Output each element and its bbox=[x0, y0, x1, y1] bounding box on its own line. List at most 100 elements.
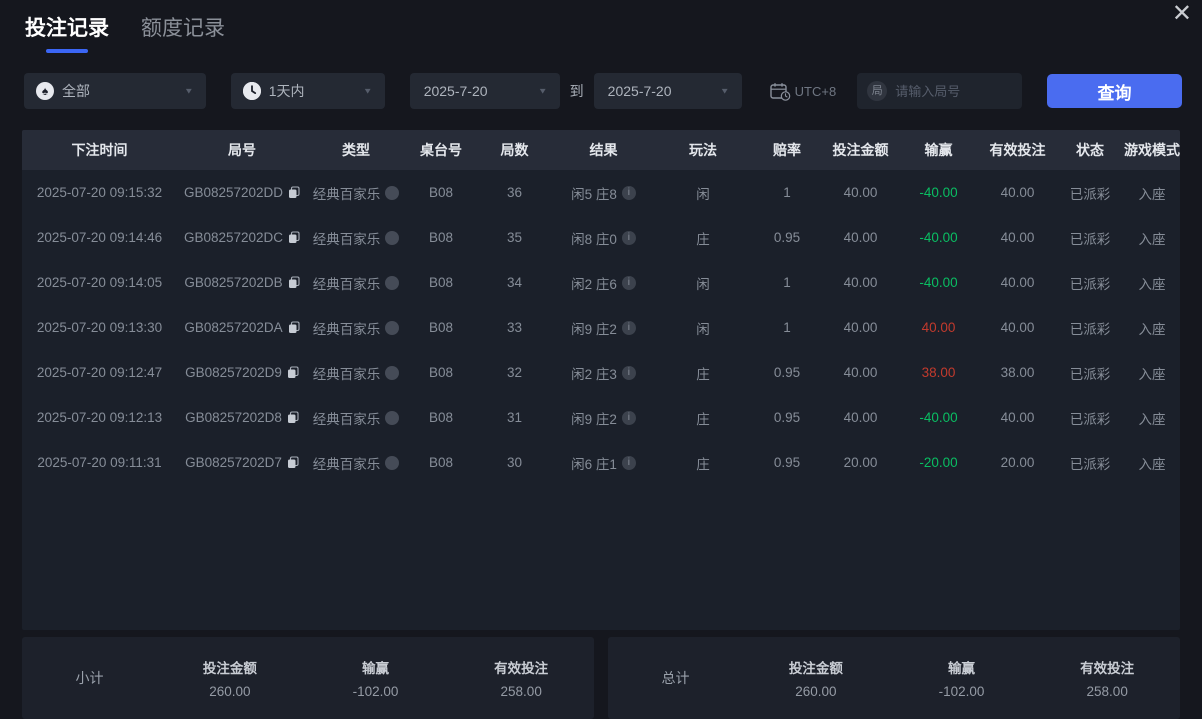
column-header-12: 游戏模式 bbox=[1124, 142, 1180, 158]
table-body: 2025-07-20 09:15:32 GB08257202DD 经典百家乐 B… bbox=[22, 170, 1180, 485]
bet-amount-cell: 20.00 bbox=[843, 455, 878, 470]
game-type-cell: 经典百家乐 bbox=[307, 215, 405, 260]
info-icon[interactable]: i bbox=[621, 275, 636, 290]
game-mode-cell: 入座 bbox=[1138, 186, 1166, 202]
result-text: 闲9 庄2 bbox=[571, 321, 617, 337]
result-text: 闲5 庄8 bbox=[571, 186, 617, 202]
subtotal-bet-stat: 投注金额 260.00 bbox=[157, 657, 303, 699]
round-number-cell: 30 bbox=[506, 455, 523, 470]
total-panel: 总计 投注金额 260.00 输赢 -102.00 有效投注 258.00 bbox=[608, 637, 1180, 719]
close-icon[interactable]: ✕ bbox=[1172, 2, 1192, 26]
subtotal-win-label: 输赢 bbox=[362, 661, 389, 676]
time-range-select[interactable]: 1天内 ▼ bbox=[230, 73, 385, 109]
total-bet-stat: 投注金额 260.00 bbox=[743, 657, 889, 699]
copy-icon[interactable] bbox=[287, 411, 299, 424]
bet-time-cell: 2025-07-20 09:14:46 bbox=[36, 230, 163, 245]
game-type-text: 经典百家乐 bbox=[312, 456, 381, 472]
round-id-cell: GB08257202DD bbox=[177, 170, 307, 215]
game-type-text: 经典百家乐 bbox=[312, 366, 381, 382]
table-number-cell: B08 bbox=[428, 230, 454, 245]
chevron-down-icon: ▼ bbox=[719, 86, 730, 96]
result-cell: 闲8 庄0 i bbox=[552, 215, 655, 260]
clock-icon bbox=[242, 82, 261, 100]
round-id-text: GB08257202DB bbox=[184, 275, 283, 290]
status-cell: 已派彩 bbox=[1069, 276, 1111, 292]
round-id-cell: GB08257202DA bbox=[177, 305, 307, 350]
bet-amount-cell: 40.00 bbox=[843, 185, 878, 200]
game-type-select[interactable]: ♠ 全部 ▼ bbox=[24, 73, 206, 109]
column-header-0: 下注时间 bbox=[71, 142, 128, 158]
round-id-cell: GB08257202D8 bbox=[177, 395, 307, 440]
date-from-select[interactable]: 2025-7-20 ▼ bbox=[409, 73, 560, 109]
table-row: 2025-07-20 09:12:47 GB08257202D9 经典百家乐 B… bbox=[22, 350, 1180, 395]
total-label: 总计 bbox=[661, 670, 690, 686]
round-id-text: GB08257202DD bbox=[183, 185, 284, 200]
game-mode-cell: 入座 bbox=[1138, 456, 1166, 472]
copy-icon[interactable] bbox=[287, 456, 299, 469]
odds-cell: 0.95 bbox=[773, 365, 801, 380]
date-to-select[interactable]: 2025-7-20 ▼ bbox=[593, 73, 742, 109]
table-number-cell: B08 bbox=[428, 275, 454, 290]
total-valid-value: 258.00 bbox=[1086, 684, 1128, 699]
bet-time-cell: 2025-07-20 09:11:31 bbox=[37, 455, 162, 470]
result-text: 闲9 庄2 bbox=[571, 411, 617, 427]
info-icon[interactable]: i bbox=[621, 185, 636, 200]
win-loss-cell: 38.00 bbox=[921, 365, 956, 380]
result-text: 闲6 庄1 bbox=[571, 456, 617, 472]
game-type-text: 经典百家乐 bbox=[312, 231, 381, 247]
game-type-cell: 经典百家乐 bbox=[307, 440, 405, 485]
copy-icon[interactable] bbox=[288, 321, 300, 334]
game-logo-icon bbox=[385, 185, 400, 200]
subtotal-valid-stat: 有效投注 258.00 bbox=[448, 657, 594, 699]
copy-icon[interactable] bbox=[288, 276, 300, 289]
chevron-down-icon: ▼ bbox=[183, 86, 194, 96]
result-cell: 闲5 庄8 i bbox=[552, 170, 655, 215]
table-row: 2025-07-20 09:11:31 GB08257202D7 经典百家乐 B… bbox=[22, 440, 1180, 485]
game-logo-icon bbox=[385, 410, 400, 425]
info-icon[interactable]: i bbox=[621, 320, 636, 335]
calendar-clock-icon bbox=[769, 82, 790, 101]
tab-quota-records[interactable]: 额度记录 bbox=[141, 12, 225, 53]
copy-icon[interactable] bbox=[288, 186, 300, 199]
tab-betting-records[interactable]: 投注记录 bbox=[25, 12, 109, 53]
valid-bet-cell: 40.00 bbox=[1000, 320, 1035, 335]
result-cell: 闲9 庄2 i bbox=[552, 395, 655, 440]
game-mode-cell: 入座 bbox=[1138, 411, 1166, 427]
status-cell: 已派彩 bbox=[1069, 321, 1111, 337]
odds-cell: 1 bbox=[783, 185, 791, 200]
game-type-text: 经典百家乐 bbox=[312, 276, 381, 292]
game-logo-icon bbox=[385, 365, 400, 380]
round-search-input[interactable] bbox=[895, 83, 1013, 99]
valid-bet-cell: 38.00 bbox=[1000, 365, 1035, 380]
game-type-value: 全部 bbox=[62, 83, 90, 99]
info-icon[interactable]: i bbox=[621, 410, 636, 425]
bet-time-cell: 2025-07-20 09:12:13 bbox=[36, 410, 163, 425]
copy-icon[interactable] bbox=[287, 366, 299, 379]
round-id-cell: GB08257202DB bbox=[177, 260, 307, 305]
table-row: 2025-07-20 09:12:13 GB08257202D8 经典百家乐 B… bbox=[22, 395, 1180, 440]
timezone-label: UTC+8 bbox=[794, 83, 837, 99]
subtotal-win-stat: 输赢 -102.00 bbox=[303, 657, 449, 699]
game-mode-cell: 入座 bbox=[1138, 366, 1166, 382]
info-icon[interactable]: i bbox=[621, 230, 636, 245]
bet-amount-cell: 40.00 bbox=[843, 320, 878, 335]
query-button[interactable]: 查询 bbox=[1047, 74, 1182, 108]
win-loss-cell: -20.00 bbox=[919, 455, 958, 470]
valid-bet-cell: 40.00 bbox=[1000, 410, 1035, 425]
round-number-cell: 32 bbox=[506, 365, 523, 380]
round-id-text: GB08257202D9 bbox=[185, 365, 282, 380]
column-header-10: 有效投注 bbox=[989, 142, 1046, 158]
valid-bet-cell: 40.00 bbox=[1000, 275, 1035, 290]
bet-amount-cell: 40.00 bbox=[843, 410, 878, 425]
round-number-cell: 34 bbox=[506, 275, 523, 290]
table-number-cell: B08 bbox=[428, 365, 454, 380]
copy-icon[interactable] bbox=[288, 231, 300, 244]
subtotal-win-value: -102.00 bbox=[352, 684, 399, 699]
status-cell: 已派彩 bbox=[1069, 411, 1111, 427]
game-type-text: 经典百家乐 bbox=[312, 321, 381, 337]
timezone-indicator: UTC+8 bbox=[769, 82, 837, 101]
info-icon[interactable]: i bbox=[621, 365, 636, 380]
game-type-text: 经典百家乐 bbox=[312, 411, 381, 427]
round-id-cell: GB08257202DC bbox=[177, 215, 307, 260]
info-icon[interactable]: i bbox=[621, 455, 636, 470]
